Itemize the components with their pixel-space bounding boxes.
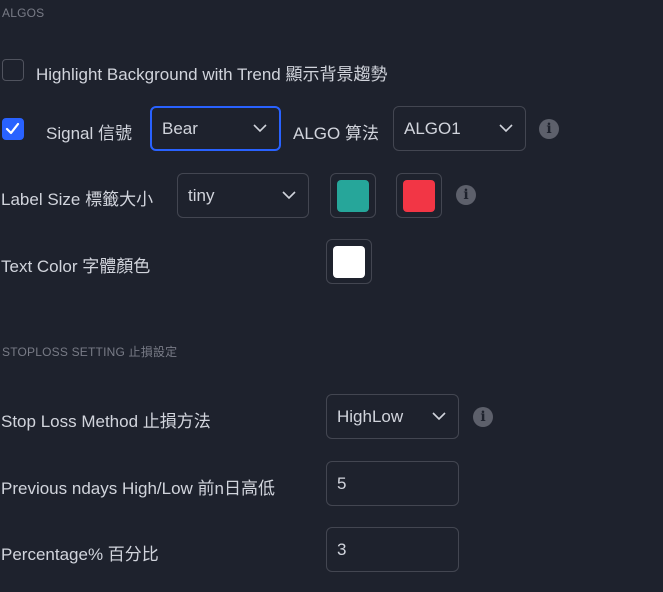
stop-loss-method-select[interactable]: HighLow: [326, 394, 459, 439]
percentage-label: Percentage% 百分比: [1, 545, 159, 564]
checkmark-icon: [5, 122, 20, 135]
percentage-input[interactable]: 3: [326, 527, 459, 572]
signal-select-value: Bear: [162, 118, 198, 138]
bull-color-swatch[interactable]: [330, 173, 376, 218]
text-color-label: Text Color 字體顏色: [1, 257, 151, 276]
text-color-swatch[interactable]: [326, 239, 372, 284]
stop-loss-method-label: Stop Loss Method 止損方法: [1, 412, 211, 431]
label-size-label: Label Size 標籤大小: [1, 190, 154, 209]
signal-select[interactable]: Bear: [150, 106, 281, 151]
algo-select-value: ALGO1: [404, 118, 461, 138]
chevron-down-icon: [253, 124, 267, 133]
chevron-down-icon: [499, 124, 513, 133]
signal-label: Signal 信號: [46, 124, 132, 143]
section-title-algos: ALGOS: [2, 6, 45, 20]
algo-label: ALGO 算法: [293, 124, 379, 143]
algo-select[interactable]: ALGO1: [393, 106, 526, 151]
previous-ndays-label: Previous ndays High/Low 前n日高低: [1, 479, 276, 498]
info-icon[interactable]: i: [473, 407, 493, 427]
signal-checkbox[interactable]: [2, 118, 24, 140]
previous-ndays-input[interactable]: 5: [326, 461, 459, 506]
label-size-select[interactable]: tiny: [177, 173, 309, 218]
info-icon[interactable]: i: [539, 119, 559, 139]
bull-color-fill: [337, 179, 369, 212]
highlight-background-label: Highlight Background with Trend 顯示背景趨勢: [36, 65, 388, 84]
section-title-stoploss: STOPLOSS SETTING 止損設定: [2, 345, 178, 359]
highlight-background-checkbox[interactable]: [2, 59, 24, 81]
stop-loss-method-select-value: HighLow: [337, 406, 404, 426]
info-icon[interactable]: i: [456, 185, 476, 205]
chevron-down-icon: [432, 412, 446, 421]
text-color-fill: [333, 245, 365, 278]
bear-color-fill: [403, 179, 435, 212]
chevron-down-icon: [282, 191, 296, 200]
bear-color-swatch[interactable]: [396, 173, 442, 218]
label-size-select-value: tiny: [188, 185, 215, 205]
